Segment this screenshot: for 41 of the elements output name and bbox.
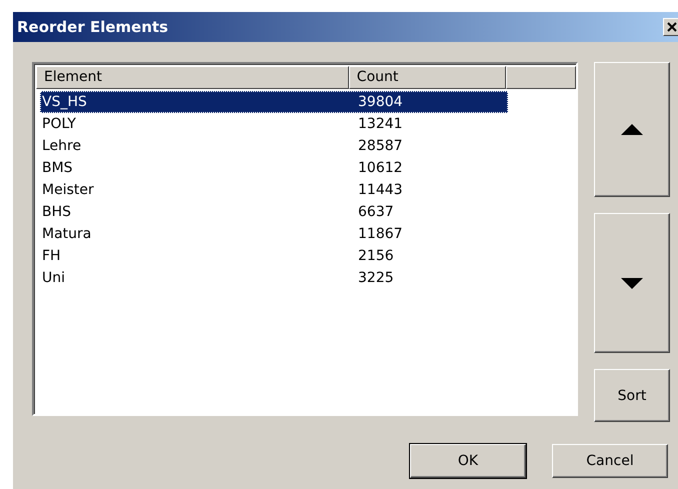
sort-button[interactable]: Sort (594, 369, 670, 422)
table-cell-text: Matura (41, 226, 92, 242)
list-box[interactable]: Element Count VS_HS 39804 POLY 13241 Lehre 28587 BMS 10612 Meister 11443 BHS 6637 Matura 11867 FH 2156 Uni 3225 (32, 62, 578, 416)
table-cell-text: POLY (41, 116, 77, 132)
table-cell: 10612 (358, 160, 403, 176)
column-header[interactable]: Element (36, 66, 349, 89)
table-cell-text: BHS (41, 204, 72, 220)
list-row[interactable]: FH 2156 (40, 245, 508, 267)
column-header-blank (506, 66, 576, 89)
close-icon (667, 22, 677, 32)
move-down-button[interactable] (594, 213, 670, 353)
move-up-button[interactable] (594, 62, 670, 197)
list-row[interactable]: POLY 13241 (40, 113, 508, 135)
cancel-button[interactable]: Cancel (552, 444, 668, 478)
table-cell: 3225 (358, 270, 394, 286)
list-row[interactable]: BHS 6637 (40, 201, 508, 223)
table-cell: 11867 (358, 226, 403, 242)
column-header[interactable]: Count (348, 66, 506, 89)
table-cell: 13241 (358, 116, 403, 132)
list-row[interactable]: Matura 11867 (40, 223, 508, 245)
up-triangle-icon (621, 124, 643, 135)
list-row[interactable]: Lehre 28587 (40, 135, 508, 157)
table-cell-text: Meister (41, 182, 95, 198)
down-triangle-icon (621, 278, 643, 288)
window-title: Reorder Elements (17, 18, 168, 36)
table-cell-text: Lehre (41, 138, 82, 154)
list-row[interactable]: Meister 11443 (40, 179, 508, 201)
table-cell: 6637 (358, 204, 394, 220)
table-cell-text: FH (41, 248, 62, 264)
list-row[interactable]: Uni 3225 (40, 267, 508, 289)
table-cell: 39804 (358, 94, 403, 110)
table-cell-text: Uni (41, 270, 66, 286)
table-cell: 28587 (358, 138, 403, 154)
selected-row[interactable]: VS_HS 39804 (40, 91, 508, 113)
ok-button[interactable]: OK (410, 444, 526, 478)
list-row[interactable]: BMS 10612 (40, 157, 508, 179)
table-cell-text: VS_HS (41, 94, 88, 110)
table-cell: 2156 (358, 248, 394, 264)
close-button[interactable] (663, 18, 678, 36)
table-cell: 11443 (358, 182, 403, 198)
table-cell-text: BMS (41, 160, 74, 176)
